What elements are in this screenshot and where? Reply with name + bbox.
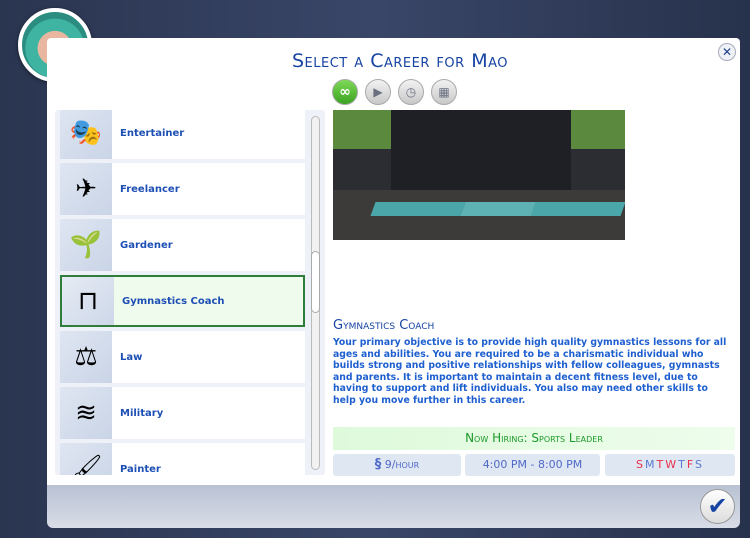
stage-curtain-icon: 🎭 bbox=[60, 110, 112, 159]
paintbrush-icon: 🖌 bbox=[60, 443, 112, 475]
career-list: 🖌 Painter ≋ Military ⚖ Law ⊓ Gymnastics Coach 🌱 G… bbox=[55, 110, 325, 475]
career-item[interactable]: ≋ Military bbox=[60, 387, 305, 439]
briefcases-icon: ▦ bbox=[438, 85, 450, 99]
day-work: T bbox=[656, 458, 666, 471]
close-button[interactable]: ✕ bbox=[718, 43, 736, 61]
chevron-insignia-icon: ≋ bbox=[60, 387, 112, 439]
now-hiring-banner: Now Hiring: Sports Leader bbox=[333, 427, 735, 450]
simoleon-icon: § bbox=[374, 457, 382, 472]
career-item[interactable]: 🖌 Painter bbox=[60, 443, 305, 475]
career-item[interactable]: ⊓ Gymnastics Coach bbox=[60, 275, 305, 327]
filter-full-time[interactable]: ▶ bbox=[365, 79, 391, 105]
day-off: T bbox=[678, 458, 687, 471]
career-item[interactable]: 🎭 Entertainer bbox=[60, 110, 305, 159]
career-label: Entertainer bbox=[120, 127, 185, 139]
paper-plane-icon: ✈ bbox=[60, 163, 112, 215]
briefcase-clock-icon: ◷ bbox=[405, 85, 417, 99]
day-work: S bbox=[636, 458, 645, 471]
career-label: Painter bbox=[120, 463, 161, 475]
filter-odd-jobs[interactable]: ▦ bbox=[431, 79, 457, 105]
dialog-footer bbox=[47, 485, 740, 528]
career-item[interactable]: ✈ Freelancer bbox=[60, 163, 305, 215]
scales-icon: ⚖ bbox=[60, 331, 112, 383]
career-label: Military bbox=[120, 407, 164, 419]
career-item[interactable]: ⚖ Law bbox=[60, 331, 305, 383]
filter-part-time[interactable]: ◷ bbox=[398, 79, 424, 105]
career-label: Freelancer bbox=[120, 183, 180, 195]
gym-wall bbox=[391, 110, 571, 190]
yoga-mat bbox=[370, 202, 466, 216]
monkey-bars-icon: ⊓ bbox=[62, 277, 114, 325]
briefcase-play-icon: ▶ bbox=[373, 85, 383, 99]
career-label: Law bbox=[120, 351, 143, 363]
pay-value: 9/hour bbox=[384, 458, 420, 471]
pay-rate: § 9/hour bbox=[333, 454, 461, 476]
close-icon: ✕ bbox=[721, 45, 733, 59]
career-item[interactable]: 🌱 Gardener bbox=[60, 219, 305, 271]
day-work: W bbox=[665, 458, 679, 471]
career-label: Gardener bbox=[120, 239, 173, 251]
career-preview-image bbox=[333, 110, 625, 240]
day-work: F bbox=[686, 458, 695, 471]
yoga-mat bbox=[530, 202, 625, 216]
work-days: SMTWTFS bbox=[605, 454, 735, 476]
seedling-hands-icon: 🌱 bbox=[60, 219, 112, 271]
dialog-title: Select a Career for Mao bbox=[292, 50, 508, 72]
career-label: Gymnastics Coach bbox=[122, 295, 225, 307]
scrollbar[interactable] bbox=[311, 116, 320, 470]
scrollbar-thumb[interactable] bbox=[311, 251, 320, 313]
confirm-button[interactable]: ✔ bbox=[700, 489, 735, 524]
day-off: M bbox=[645, 458, 657, 471]
career-description: Your primary objective is to provide hig… bbox=[333, 337, 727, 406]
checkmark-icon: ✔ bbox=[707, 492, 728, 520]
work-hours: 4:00 PM - 8:00 PM bbox=[465, 454, 600, 476]
career-title: Gymnastics Coach bbox=[333, 318, 435, 333]
day-off: S bbox=[695, 458, 704, 471]
infinity-icon: ∞ bbox=[339, 84, 351, 100]
filter-all-careers[interactable]: ∞ bbox=[332, 79, 358, 105]
